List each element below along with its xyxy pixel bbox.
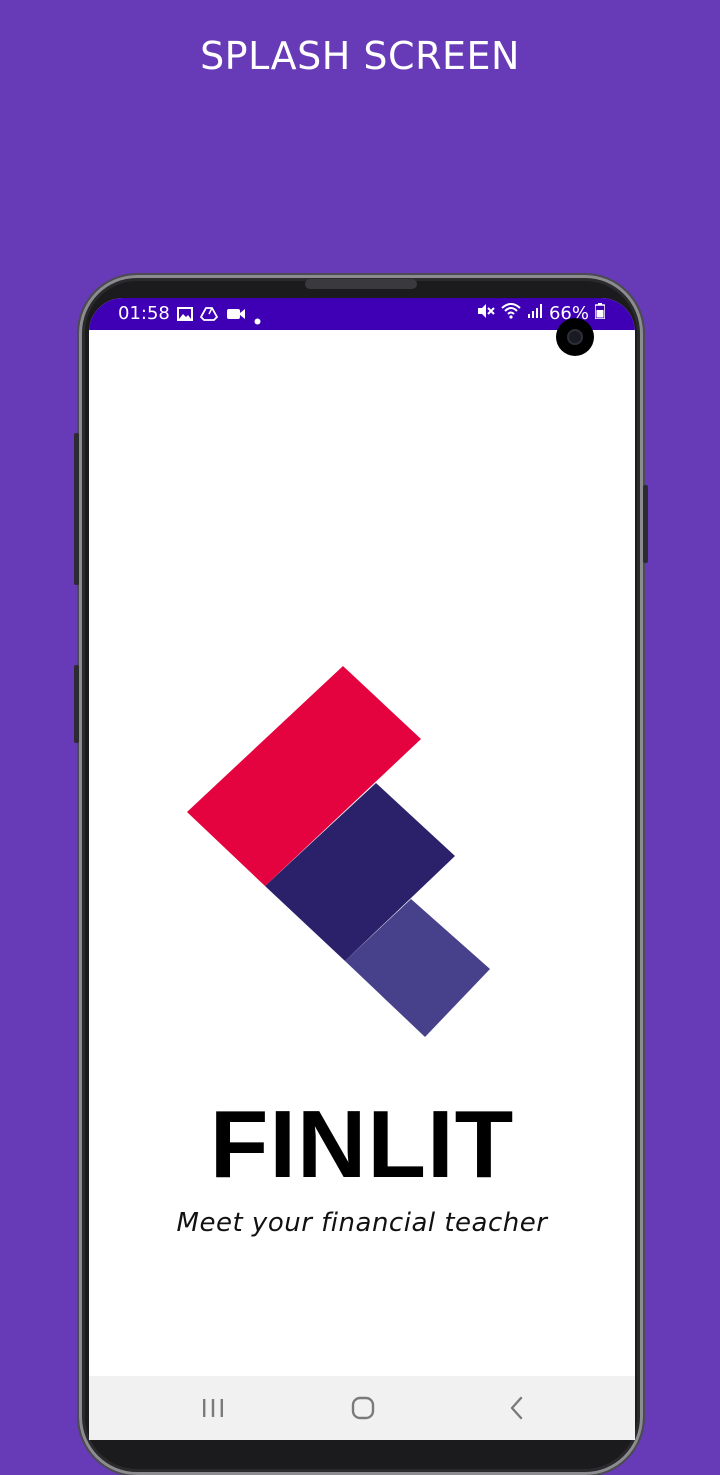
navigation-bar bbox=[89, 1376, 635, 1440]
back-icon[interactable] bbox=[497, 1394, 537, 1422]
phone-screen: 01:58 66% FINLIT Meet your financial tea… bbox=[89, 298, 635, 1440]
wifi-icon bbox=[501, 303, 521, 324]
speaker-grille bbox=[305, 279, 417, 289]
status-time: 01:58 bbox=[118, 303, 170, 324]
bixby-button bbox=[74, 665, 79, 743]
dot-icon bbox=[254, 310, 261, 329]
front-camera bbox=[556, 318, 594, 356]
home-icon[interactable] bbox=[343, 1394, 383, 1422]
app-tagline: Meet your financial teacher bbox=[176, 1208, 548, 1238]
signal-icon bbox=[527, 303, 543, 324]
recents-icon[interactable] bbox=[193, 1394, 233, 1422]
status-bar: 01:58 66% bbox=[89, 298, 635, 330]
video-icon bbox=[226, 306, 246, 325]
battery-icon bbox=[594, 303, 606, 324]
finlit-logo bbox=[187, 666, 490, 1037]
volume-button bbox=[74, 433, 79, 585]
app-name: FINLIT bbox=[209, 1091, 515, 1198]
power-button bbox=[643, 485, 648, 563]
page-title: SPLASH SCREEN bbox=[200, 34, 520, 78]
mute-icon bbox=[477, 303, 495, 324]
drive-icon bbox=[199, 306, 219, 325]
image-icon bbox=[177, 306, 193, 325]
